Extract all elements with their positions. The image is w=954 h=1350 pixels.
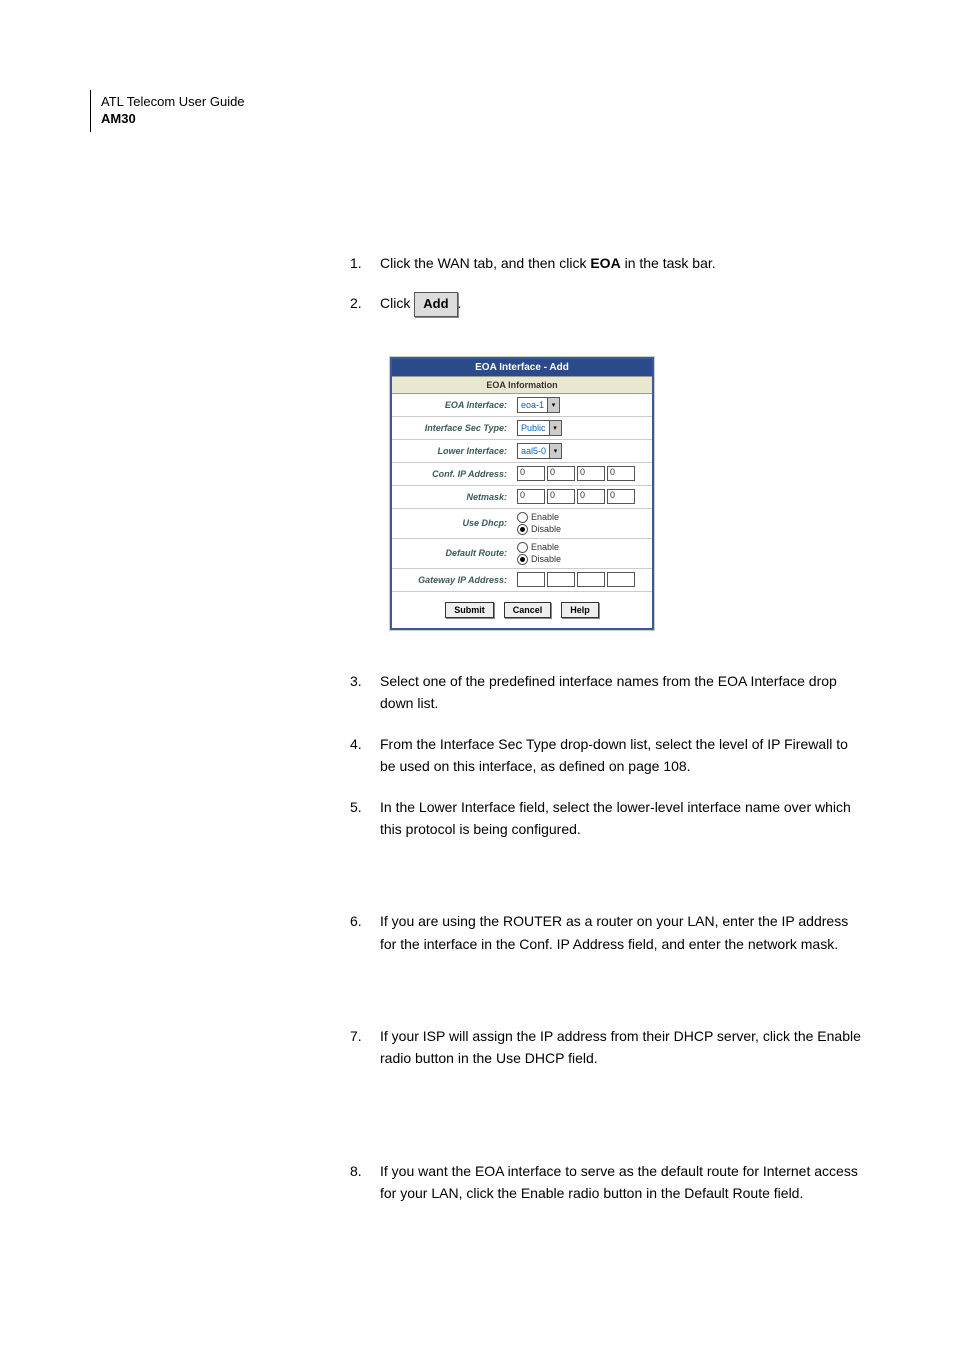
step-4: 4. From the Interface Sec Type drop-down… [350,733,864,778]
chevron-down-icon: ▾ [547,398,559,412]
chevron-down-icon: ▾ [549,444,561,458]
field-label: Gateway IP Address: [392,571,513,589]
ip-octet-input[interactable]: 0 [547,466,575,481]
eoa-interface-select[interactable]: eoa-1 ▾ [517,397,560,413]
step-list: 1. Click the WAN tab, and then click EOA… [350,252,864,317]
ip-octet-input[interactable]: 0 [577,466,605,481]
step-text: From the Interface Sec Type drop-down li… [380,733,864,778]
row-use-dhcp: Use Dhcp: Enable Disable [392,509,652,539]
lower-interface-select[interactable]: aal5-0 ▾ [517,443,562,459]
step-2: 2. Click Add. [350,292,864,317]
ip-octet-input[interactable] [607,572,635,587]
field-label: Lower Interface: [392,442,513,460]
row-default-route: Default Route: Enable Disable [392,539,652,569]
row-conf-ip: Conf. IP Address: 0 0 0 0 [392,463,652,486]
step-number: 1. [350,252,380,274]
row-lower-interface: Lower Interface: aal5-0 ▾ [392,440,652,463]
row-sec-type: Interface Sec Type: Public ▾ [392,417,652,440]
step-text: If you are using the ROUTER as a router … [380,910,864,955]
step-7: 7. If your ISP will assign the IP addres… [350,1025,864,1070]
chevron-down-icon: ▾ [549,421,561,435]
field-label: Default Route: [392,544,513,562]
field-label: Interface Sec Type: [392,419,513,437]
ip-octet-input[interactable]: 0 [517,466,545,481]
cancel-button[interactable]: Cancel [504,602,552,618]
dhcp-enable-radio[interactable] [517,512,528,523]
header-text-block: ATL Telecom User Guide AM30 [90,90,245,132]
step-1: 1. Click the WAN tab, and then click EOA… [350,252,864,274]
sec-type-select[interactable]: Public ▾ [517,420,562,436]
step-text: If your ISP will assign the IP address f… [380,1025,864,1070]
route-enable-radio[interactable] [517,542,528,553]
step-number: 8. [350,1160,380,1205]
ip-octet-input[interactable] [517,572,545,587]
step-number: 6. [350,910,380,955]
step-number: 5. [350,796,380,841]
field-label: Use Dhcp: [392,514,513,532]
step-list-continued: 3. Select one of the predefined interfac… [350,670,864,1205]
step-number: 4. [350,733,380,778]
add-button-graphic: Add [414,292,457,317]
document-page: ATL Telecom User Guide AM30 1. Click the… [0,0,954,1313]
step-5: 5. In the Lower Interface field, select … [350,796,864,841]
panel-subtitle: EOA Information [392,376,652,394]
step-6: 6. If you are using the ROUTER as a rout… [350,910,864,955]
step-text: Click the WAN tab, and then click EOA in… [380,252,864,274]
panel-button-row: Submit Cancel Help [392,592,652,628]
eoa-label-bold: EOA [590,255,620,271]
ip-octet-input[interactable] [547,572,575,587]
content-column: 1. Click the WAN tab, and then click EOA… [350,252,864,1205]
row-eoa-interface: EOA Interface: eoa-1 ▾ [392,394,652,417]
ip-octet-input[interactable]: 0 [577,489,605,504]
step-text: If you want the EOA interface to serve a… [380,1160,864,1205]
step-number: 3. [350,670,380,715]
row-netmask: Netmask: 0 0 0 0 [392,486,652,509]
eoa-figure: EOA Interface - Add EOA Information EOA … [390,357,864,630]
field-label: Netmask: [392,488,513,506]
dhcp-disable-radio[interactable] [517,524,528,535]
submit-button[interactable]: Submit [445,602,494,618]
header-guide: ATL Telecom User Guide [101,94,245,111]
panel-title: EOA Interface - Add [392,359,652,376]
header-model: AM30 [101,111,245,128]
step-3: 3. Select one of the predefined interfac… [350,670,864,715]
field-label: EOA Interface: [392,396,513,414]
step-text: Click Add. [380,292,864,317]
route-disable-radio[interactable] [517,554,528,565]
ip-octet-input[interactable]: 0 [547,489,575,504]
step-number: 7. [350,1025,380,1070]
eoa-panel: EOA Interface - Add EOA Information EOA … [390,357,654,630]
row-gateway-ip: Gateway IP Address: [392,569,652,592]
help-button[interactable]: Help [561,602,599,618]
ip-octet-input[interactable]: 0 [607,466,635,481]
step-8: 8. If you want the EOA interface to serv… [350,1160,864,1205]
ip-octet-input[interactable] [577,572,605,587]
page-header: ATL Telecom User Guide AM30 [90,90,864,132]
field-label: Conf. IP Address: [392,465,513,483]
step-number: 2. [350,292,380,317]
step-text: Select one of the predefined interface n… [380,670,864,715]
ip-octet-input[interactable]: 0 [517,489,545,504]
step-text: In the Lower Interface field, select the… [380,796,864,841]
ip-octet-input[interactable]: 0 [607,489,635,504]
